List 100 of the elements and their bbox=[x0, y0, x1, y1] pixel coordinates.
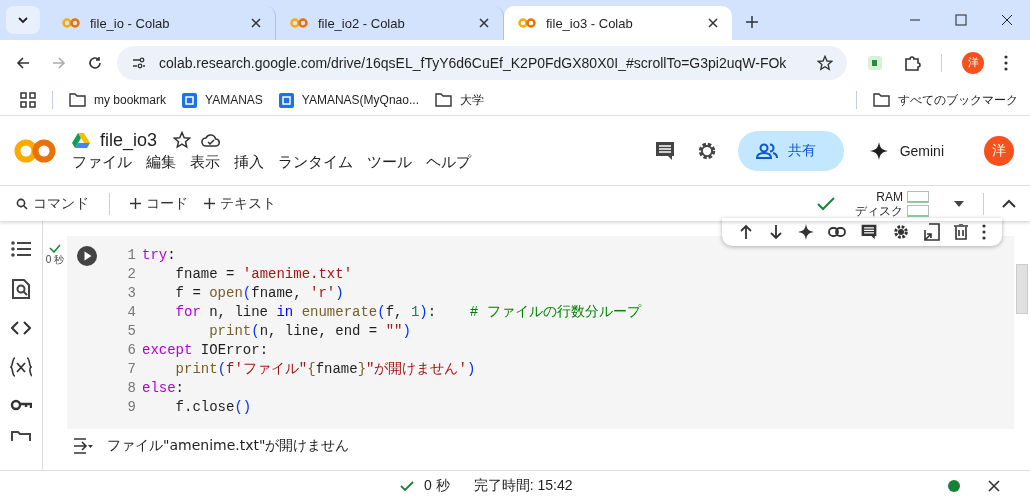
completion-time: 完了時間: 15:42 bbox=[473, 477, 574, 495]
menu-item[interactable]: 編集 bbox=[146, 152, 176, 172]
browser-tab[interactable]: file_io3 - Colab bbox=[504, 6, 732, 40]
close-icon[interactable] bbox=[988, 480, 1000, 492]
menu-item[interactable]: ランタイム bbox=[278, 152, 353, 172]
people-icon bbox=[755, 142, 778, 159]
success-check-icon bbox=[400, 480, 414, 492]
line-number: 3 bbox=[126, 284, 136, 303]
code-line: for n, line in enumerate(f, 1): # ファイルの行数分ループ bbox=[174, 303, 641, 322]
key-icon[interactable] bbox=[10, 399, 32, 411]
bookmark-star-icon[interactable] bbox=[817, 54, 833, 71]
line-number: 4 bbox=[126, 303, 136, 322]
line-number: 9 bbox=[126, 398, 136, 417]
colab-logo-icon[interactable] bbox=[14, 137, 56, 164]
extension-icon[interactable] bbox=[867, 54, 883, 71]
settings-icon[interactable] bbox=[892, 223, 910, 241]
back-icon[interactable] bbox=[15, 54, 31, 71]
share-button[interactable]: 共有 bbox=[737, 130, 844, 171]
bookmark-item[interactable]: YAMANAS(MyQnao... bbox=[278, 92, 419, 108]
code-line: f.close() bbox=[174, 398, 252, 417]
scrollbar-thumb[interactable] bbox=[1016, 264, 1028, 314]
colab-logo-icon bbox=[518, 18, 536, 28]
open-in-tab-icon[interactable] bbox=[924, 223, 940, 241]
move-down-icon[interactable] bbox=[768, 224, 784, 240]
puzzle-icon[interactable] bbox=[903, 53, 921, 72]
run-cell-button[interactable] bbox=[77, 246, 97, 266]
comment-icon[interactable] bbox=[653, 139, 676, 162]
close-window-icon[interactable] bbox=[1001, 14, 1013, 26]
output-actions-icon[interactable] bbox=[73, 438, 93, 454]
cell-output: ファイル"amenime.txt"が開けません bbox=[107, 437, 350, 455]
plus-icon bbox=[130, 198, 141, 209]
close-tab-icon[interactable] bbox=[708, 18, 718, 28]
address-bar[interactable]: colab.research.google.com/drive/16qsEL_fTyY6d6CuEf_K2P0FdGX80X0I_#scrollTo=G3pi2uqW-FOk bbox=[117, 45, 847, 80]
menu-item[interactable]: ファイル bbox=[72, 152, 132, 172]
line-number: 2 bbox=[126, 265, 136, 284]
code-line: else: bbox=[142, 379, 184, 398]
code-line: fname = 'amenime.txt' bbox=[174, 265, 353, 284]
tab-list-button[interactable] bbox=[6, 6, 40, 34]
gemini-button[interactable]: Gemini bbox=[863, 140, 950, 161]
menu-item[interactable]: 表示 bbox=[190, 152, 220, 172]
variables-icon[interactable] bbox=[10, 357, 32, 377]
resource-meter[interactable]: RAM ディスク bbox=[855, 189, 929, 218]
dropdown-caret-icon[interactable] bbox=[953, 199, 965, 208]
code-line: f = open(fname, 'r') bbox=[174, 284, 344, 303]
site-favicon-icon bbox=[278, 92, 294, 108]
code-line: print(n, line, end = "") bbox=[208, 322, 411, 341]
line-number: 6 bbox=[126, 341, 136, 360]
table-of-contents-icon[interactable] bbox=[11, 241, 31, 257]
chevron-down-icon bbox=[17, 16, 29, 24]
all-bookmarks[interactable]: すべてのブックマーク bbox=[873, 91, 1018, 109]
bookmark-item[interactable]: my bookmark bbox=[69, 93, 167, 107]
sparkle-icon bbox=[869, 141, 888, 160]
code-line: print(f'ファイル"{fname}"が開けません') bbox=[174, 360, 476, 379]
maximize-icon[interactable] bbox=[955, 14, 967, 26]
execution-time: 0 秒 bbox=[45, 253, 65, 267]
reload-icon[interactable] bbox=[87, 54, 103, 71]
menu-item[interactable]: ツール bbox=[367, 152, 412, 172]
success-check-icon bbox=[49, 244, 61, 253]
close-tab-icon[interactable] bbox=[479, 18, 489, 28]
line-number: 7 bbox=[126, 360, 136, 379]
add-cell-button[interactable]: テキスト bbox=[202, 194, 278, 213]
star-icon[interactable] bbox=[173, 131, 192, 149]
run-duration: 0 秒 bbox=[424, 477, 450, 495]
line-number: 5 bbox=[126, 322, 136, 341]
browser-tab[interactable]: file_io - Colab bbox=[48, 6, 276, 40]
folder-icon bbox=[873, 93, 890, 107]
comment-icon[interactable] bbox=[860, 223, 878, 241]
more-icon[interactable] bbox=[982, 224, 986, 240]
line-number: 8 bbox=[126, 379, 136, 398]
notebook-title[interactable]: file_io3 bbox=[100, 129, 158, 151]
command-button[interactable]: コマンド bbox=[14, 194, 91, 213]
folder-icon bbox=[434, 93, 452, 107]
link-icon[interactable] bbox=[828, 227, 846, 237]
line-number: 1 bbox=[126, 246, 136, 265]
colab-logo-icon bbox=[290, 18, 308, 28]
menu-icon[interactable] bbox=[1004, 54, 1008, 71]
find-icon[interactable] bbox=[12, 279, 30, 299]
apps-icon[interactable] bbox=[20, 92, 36, 108]
code-line: except IOError: bbox=[142, 341, 269, 360]
collapse-icon[interactable] bbox=[1002, 199, 1016, 208]
status-dot-icon bbox=[948, 480, 960, 492]
code-line: try: bbox=[142, 246, 176, 265]
folder-icon bbox=[69, 93, 86, 107]
add-cell-button[interactable]: コード bbox=[128, 194, 190, 213]
cloud-check-icon bbox=[201, 132, 222, 148]
bookmark-item[interactable]: 大学 bbox=[434, 91, 484, 109]
drive-icon bbox=[72, 132, 90, 148]
code-icon[interactable] bbox=[11, 321, 31, 335]
folder-icon[interactable] bbox=[11, 431, 31, 441]
close-tab-icon[interactable] bbox=[251, 18, 261, 28]
menu-item[interactable]: ヘルプ bbox=[426, 152, 471, 172]
bookmark-item[interactable]: YAMANAS bbox=[182, 92, 263, 108]
new-tab-icon[interactable] bbox=[746, 16, 758, 28]
delete-icon[interactable] bbox=[954, 224, 968, 240]
sparkle-icon[interactable] bbox=[798, 224, 814, 240]
search-icon bbox=[16, 197, 28, 210]
colab-logo-icon bbox=[62, 18, 80, 28]
move-up-icon[interactable] bbox=[738, 224, 754, 240]
menu-item[interactable]: 挿入 bbox=[234, 152, 264, 172]
connected-check-icon bbox=[817, 196, 835, 211]
